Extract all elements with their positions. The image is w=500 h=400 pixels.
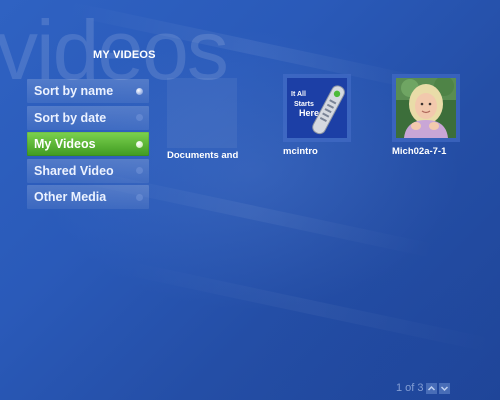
section-title: MY VIDEOS: [93, 49, 156, 61]
page-down-button[interactable]: [438, 382, 450, 394]
video-tile-mich02a[interactable]: Mich02a-7-1: [392, 74, 464, 160]
tile-thumbnail: It All Starts Here: [283, 74, 351, 142]
menu-item-shared-video[interactable]: Shared Video: [27, 158, 149, 183]
menu-item-other-media[interactable]: Other Media: [27, 185, 149, 209]
tile-thumbnail: [392, 74, 460, 142]
video-tile-mcintro[interactable]: It All Starts Here mcintro: [283, 74, 355, 160]
girl-photo-image: [396, 78, 456, 138]
video-tile-documents[interactable]: Documents and: [167, 78, 239, 164]
page-indicator: 1 of 3: [396, 382, 424, 394]
menu-item-label: Sort by date: [34, 110, 107, 125]
girl-photo-thumbnail: [396, 78, 456, 138]
bullet-icon: [136, 114, 143, 121]
menu-item-label: My Videos: [34, 137, 96, 151]
menu-item-label: Shared Video: [34, 163, 114, 178]
thumbnail-text-line: It All: [291, 91, 306, 98]
bullet-icon: [136, 140, 143, 148]
chevron-down-icon: [440, 385, 448, 391]
bullet-icon: [136, 87, 143, 95]
remote-control-image: It All Starts Here: [287, 78, 347, 138]
tile-caption: Documents and: [167, 150, 239, 161]
thumbnail-text-line: Here: [299, 108, 319, 118]
page-up-button[interactable]: [425, 382, 437, 394]
tile-caption: mcintro: [283, 146, 318, 157]
side-menu: Sort by name Sort by date My Videos Shar…: [27, 79, 149, 212]
thumbnail-text-line: Starts: [294, 101, 314, 108]
tile-frame: [167, 78, 237, 148]
remote-thumbnail: It All Starts Here: [287, 78, 347, 138]
menu-item-label: Sort by name: [34, 84, 114, 98]
background-streak: [122, 260, 498, 354]
tile-caption: Mich02a-7-1: [392, 146, 447, 157]
bullet-icon: [136, 167, 143, 174]
menu-item-sort-by-date[interactable]: Sort by date: [27, 105, 149, 130]
bullet-icon: [136, 193, 143, 201]
menu-item-sort-by-name[interactable]: Sort by name: [27, 79, 149, 103]
menu-item-label: Other Media: [34, 190, 107, 204]
menu-item-my-videos[interactable]: My Videos: [27, 132, 149, 156]
chevron-up-icon: [427, 385, 435, 391]
pager: 1 of 3: [396, 382, 450, 394]
